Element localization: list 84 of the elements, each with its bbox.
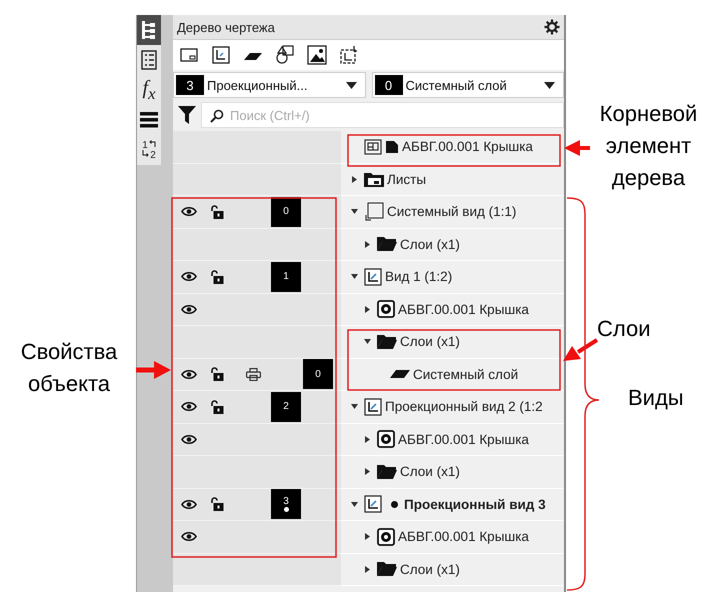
tree-item[interactable]: Слои (x1): [400, 334, 460, 350]
view-number: 2: [271, 392, 301, 422]
menu-icon[interactable]: [140, 112, 158, 128]
folder-icon: [377, 561, 397, 578]
callout-label: Виды: [628, 384, 684, 412]
tree-item[interactable]: Проекционный вид 2 (1:2: [385, 399, 543, 414]
filter-icon[interactable]: [178, 105, 196, 125]
panel-title: Дерево чертежа: [177, 20, 275, 34]
callout-arrow: [136, 361, 171, 379]
open-padlock-icon[interactable]: [211, 497, 224, 512]
expanded-arrow-icon[interactable]: [351, 500, 358, 508]
eye-icon[interactable]: [181, 206, 197, 218]
open-padlock-icon[interactable]: [211, 367, 224, 382]
frame-icon[interactable]: [339, 45, 359, 65]
tree-item[interactable]: Слои (x1): [400, 464, 460, 480]
list-icon[interactable]: [141, 50, 157, 70]
view-number: 1: [271, 262, 301, 292]
view-number: 3: [271, 489, 301, 520]
eye-icon[interactable]: [181, 304, 197, 315]
eye-icon[interactable]: [181, 531, 197, 542]
turn-arrow-icon: [148, 140, 156, 148]
printer-icon[interactable]: [246, 368, 261, 381]
layer-icon: [390, 369, 410, 380]
search-field[interactable]: Поиск (Ctrl+/): [201, 102, 564, 128]
tree-item[interactable]: АБВГ.00.001 Крышка: [398, 529, 529, 544]
callout-label: Свойства объекта: [20, 338, 118, 398]
tree-item[interactable]: АБВГ.00.001 Крышка: [402, 139, 533, 154]
eye-icon[interactable]: [181, 498, 197, 510]
collapsed-arrow-icon[interactable]: [364, 306, 371, 313]
view-icon[interactable]: [211, 45, 231, 65]
view-frame-icon: [364, 202, 384, 222]
part-icon: [377, 430, 395, 448]
document-icon: [385, 140, 399, 154]
caret-icon: [346, 82, 356, 88]
eye-icon[interactable]: [181, 401, 197, 412]
view-icon: [364, 268, 382, 286]
settings-icon[interactable]: [544, 19, 560, 35]
tree-item[interactable]: АБВГ.00.001 Крышка: [398, 302, 529, 317]
layer-number: 0: [303, 359, 333, 390]
collapsed-arrow-icon[interactable]: [364, 240, 371, 248]
part-icon: [377, 300, 395, 318]
view-icon: [364, 398, 382, 416]
folder-icon: [377, 236, 397, 252]
open-padlock-icon[interactable]: [211, 204, 224, 219]
view-icon: [364, 495, 382, 514]
collapsed-arrow-icon[interactable]: [351, 176, 358, 183]
eye-icon[interactable]: [181, 434, 197, 445]
open-padlock-icon[interactable]: [211, 400, 224, 414]
layer-dropdown[interactable]: 3 Проекционный...: [173, 72, 366, 98]
tree-item[interactable]: Системный вид (1:1): [387, 204, 516, 220]
folder-icon: [377, 464, 397, 480]
open-padlock-icon[interactable]: [211, 270, 224, 284]
tree-item[interactable]: АБВГ.00.001 Крышка: [398, 432, 529, 447]
expanded-arrow-icon[interactable]: [351, 273, 358, 280]
turn-arrow-icon: [142, 150, 150, 158]
tree-item[interactable]: Слои (x1): [400, 562, 460, 577]
tree-item[interactable]: Листы: [387, 172, 426, 187]
collapsed-arrow-icon[interactable]: [364, 436, 371, 443]
collapsed-arrow-icon[interactable]: [364, 468, 371, 476]
callout-label: Слои: [597, 315, 650, 343]
caret-icon: [544, 82, 555, 88]
folder-icon: [364, 171, 384, 188]
callout-label: Корневой элемент дерева: [598, 100, 698, 192]
tree-item[interactable]: Слои (x1): [400, 236, 460, 252]
view-number: 0: [271, 196, 301, 227]
eye-icon[interactable]: [181, 271, 197, 282]
part-icon: [377, 528, 395, 546]
callout-arrow: [564, 140, 590, 156]
collapsed-arrow-icon[interactable]: [364, 533, 371, 540]
eye-icon[interactable]: [181, 368, 197, 380]
expanded-arrow-icon[interactable]: [351, 403, 358, 410]
collapsed-arrow-icon[interactable]: [364, 566, 371, 573]
tree-item[interactable]: Системный слой: [413, 366, 518, 382]
drawing-icon: [364, 138, 382, 155]
expanded-arrow-icon[interactable]: [364, 338, 371, 346]
shapes-icon[interactable]: [275, 45, 295, 65]
tree-icon[interactable]: [141, 20, 157, 40]
tree-item[interactable]: Проекционный вид 3: [404, 496, 546, 512]
layer-dropdown[interactable]: 0 Системный слой: [372, 72, 564, 98]
expanded-arrow-icon[interactable]: [351, 208, 358, 216]
folder-icon: [377, 334, 397, 350]
tree-item[interactable]: Вид 1 (1:2): [385, 269, 452, 284]
image-icon[interactable]: [307, 45, 327, 65]
callout-arrow: [563, 338, 598, 361]
